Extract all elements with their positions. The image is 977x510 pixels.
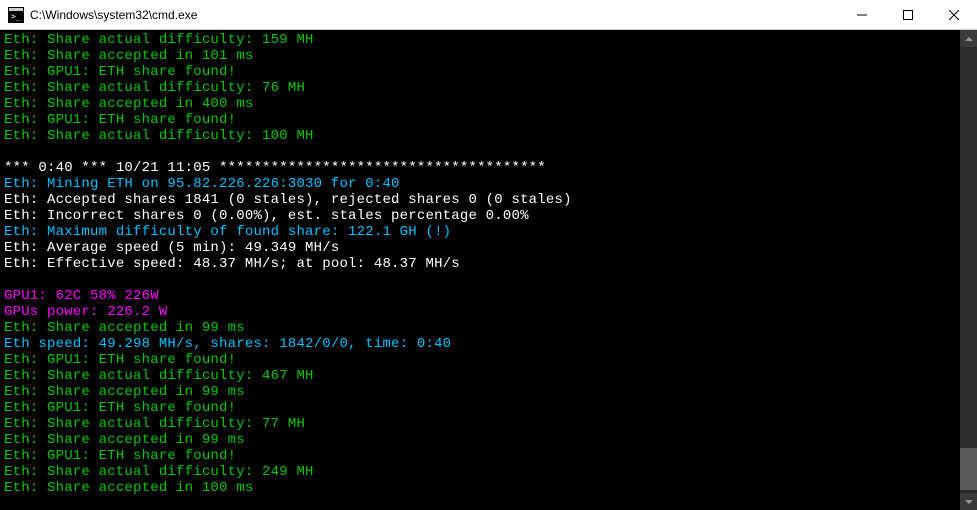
terminal-line: Eth: GPU1: ETH share found!: [4, 112, 977, 128]
terminal-line: Eth: Share actual difficulty: 467 MH: [4, 368, 977, 384]
cmd-icon: >_: [8, 7, 24, 23]
terminal-line: Eth: Average speed (5 min): 49.349 MH/s: [4, 240, 977, 256]
terminal-line: Eth: Share actual difficulty: 76 MH: [4, 80, 977, 96]
window-title: C:\Windows\system32\cmd.exe: [30, 8, 839, 22]
close-button[interactable]: [931, 0, 977, 29]
terminal-line: Eth: Share actual difficulty: 159 MH: [4, 32, 977, 48]
terminal-line: Eth: Mining ETH on 95.82.226.226:3030 fo…: [4, 176, 977, 192]
terminal-line: Eth speed: 49.298 MH/s, shares: 1842/0/0…: [4, 336, 977, 352]
terminal-line: Eth: Accepted shares 1841 (0 stales), re…: [4, 192, 977, 208]
terminal-line: Eth: GPU1: ETH share found!: [4, 64, 977, 80]
terminal-line: Eth: Share actual difficulty: 249 MH: [4, 464, 977, 480]
terminal-line: GPUs power: 226.2 W: [4, 304, 977, 320]
terminal-line: Eth: Share accepted in 101 ms: [4, 48, 977, 64]
terminal-line: GPU1: 62C 58% 226W: [4, 288, 977, 304]
scrollbar-thumb[interactable]: [960, 448, 977, 490]
terminal-line: Eth: GPU1: ETH share found!: [4, 400, 977, 416]
terminal-line: Eth: Share accepted in 99 ms: [4, 320, 977, 336]
terminal-line: *** 0:40 *** 10/21 11:05 ***************…: [4, 160, 977, 176]
terminal-blank-line: [4, 144, 977, 160]
terminal-line: Eth: Share accepted in 99 ms: [4, 384, 977, 400]
terminal-line: Eth: Maximum difficulty of found share: …: [4, 224, 977, 240]
window-controls: [839, 0, 977, 29]
terminal-line: Eth: Share actual difficulty: 100 MH: [4, 128, 977, 144]
window-titlebar: >_ C:\Windows\system32\cmd.exe: [0, 0, 977, 30]
svg-text:>_: >_: [11, 12, 21, 21]
terminal-line: Eth: Share accepted in 400 ms: [4, 96, 977, 112]
terminal-blank-line: [4, 272, 977, 288]
scrollbar[interactable]: [960, 30, 977, 510]
scroll-up-arrow[interactable]: [960, 30, 977, 47]
terminal-line: Eth: Incorrect shares 0 (0.00%), est. st…: [4, 208, 977, 224]
maximize-button[interactable]: [885, 0, 931, 29]
terminal-line: Eth: Share accepted in 99 ms: [4, 432, 977, 448]
terminal-line: Eth: Effective speed: 48.37 MH/s; at poo…: [4, 256, 977, 272]
terminal-output[interactable]: Eth: Share actual difficulty: 159 MHEth:…: [0, 30, 977, 510]
terminal-line: Eth: GPU1: ETH share found!: [4, 352, 977, 368]
terminal-line: Eth: GPU1: ETH share found!: [4, 448, 977, 464]
terminal-line: Eth: Share accepted in 100 ms: [4, 480, 977, 496]
terminal-line: Eth: Share actual difficulty: 77 MH: [4, 416, 977, 432]
minimize-button[interactable]: [839, 0, 885, 29]
scroll-down-arrow[interactable]: [960, 493, 977, 510]
